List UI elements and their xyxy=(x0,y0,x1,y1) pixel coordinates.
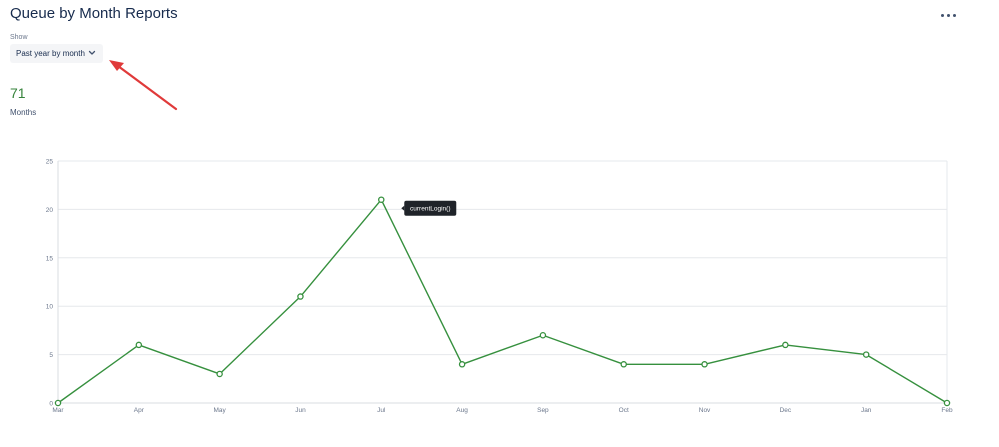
y-tick-label: 5 xyxy=(49,352,53,359)
x-tick-label: Oct xyxy=(619,407,629,414)
y-tick-label: 15 xyxy=(46,255,54,262)
x-tick-label: Sep xyxy=(537,407,549,414)
data-point xyxy=(135,341,143,349)
x-tick-label: Feb xyxy=(941,407,953,414)
data-point xyxy=(701,361,708,368)
data-point xyxy=(862,351,870,358)
x-tick-label: May xyxy=(213,407,226,414)
data-point xyxy=(539,331,547,339)
x-tick-label: Aug xyxy=(456,407,468,414)
series-line xyxy=(57,199,948,404)
data-point xyxy=(297,293,304,300)
tooltip-pointer xyxy=(401,205,405,211)
y-tick-label: 10 xyxy=(46,304,54,311)
x-tick-label: Jan xyxy=(861,407,872,414)
line-chart: 0510152025Mar Apr May Jun Jul Aug Sep Oct Nov Dec… xyxy=(46,159,953,415)
data-point xyxy=(378,196,385,203)
data-point xyxy=(54,399,62,407)
data-point xyxy=(458,361,466,368)
data-point xyxy=(216,370,223,378)
x-tick-label: Apr xyxy=(134,407,145,414)
tooltip-text: currentLogin() xyxy=(410,206,450,213)
x-tick-label: Jun xyxy=(295,407,306,414)
y-tick-label: 25 xyxy=(46,159,54,166)
y-tick-label: 20 xyxy=(46,207,54,214)
x-tick-label: Dec xyxy=(780,407,792,414)
data-point xyxy=(620,361,627,368)
data-point xyxy=(782,341,789,349)
x-tick-label: Jul xyxy=(377,407,386,414)
data-point xyxy=(943,399,951,407)
x-tick-label: Nov xyxy=(699,407,711,414)
x-tick-label: Mar xyxy=(52,407,64,414)
